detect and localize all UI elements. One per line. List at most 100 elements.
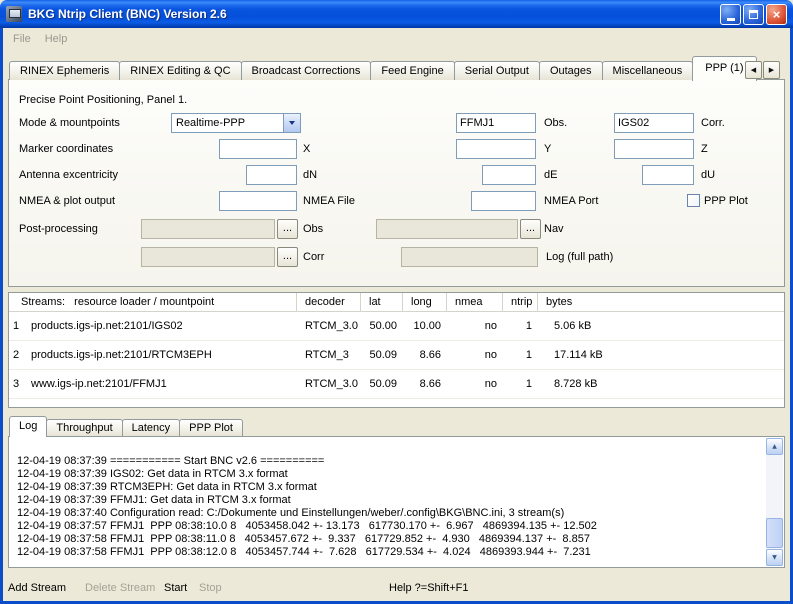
browse-nav-button[interactable]: ... <box>520 219 541 239</box>
help-shortcut-label: Help ?=Shift+F1 <box>389 582 469 594</box>
post-corr-label: Corr <box>303 247 324 267</box>
browse-obs-button[interactable]: ... <box>277 219 298 239</box>
cell-long: 8.66 <box>403 349 447 361</box>
cell-decoder: RTCM_3.0 <box>297 320 361 332</box>
post-processing-label: Post-processing <box>19 219 98 239</box>
panel-caption: Precise Point Positioning, Panel 1. <box>19 90 187 110</box>
scroll-down-button[interactable]: ▼ <box>766 549 783 566</box>
marker-z-input[interactable] <box>614 139 694 159</box>
cell-lat: 50.00 <box>361 320 403 332</box>
tab-latency[interactable]: Latency <box>122 419 181 436</box>
app-window: BKG Ntrip Client (BNC) Version 2.6 × Fil… <box>0 0 793 604</box>
cell-ntrip: 1 <box>503 320 538 332</box>
cell-bytes: 17.114 kB <box>538 349 784 361</box>
table-row[interactable]: 1 products.igs-ip.net:2101/IGS02 RTCM_3.… <box>9 312 784 341</box>
browse-corr-button[interactable]: ... <box>277 247 298 267</box>
col-header-ntrip[interactable]: ntrip <box>503 293 538 311</box>
mode-mountpoints-label: Mode & mountpoints <box>19 113 120 133</box>
main-tab-bar: RINEX Ephemeris RINEX Editing & QC Broad… <box>9 56 757 80</box>
ppp-plot-checkbox[interactable] <box>687 194 700 207</box>
col-header-lat[interactable]: lat <box>361 293 403 311</box>
start-button[interactable]: Start <box>164 582 187 594</box>
log-output-panel: 12-04-19 08:37:39 =========== Start BNC … <box>8 436 785 568</box>
antenna-de-input[interactable] <box>482 165 536 185</box>
log-line: 12-04-19 08:37:58 FFMJ1 PPP 08:38:11.0 8… <box>17 533 764 546</box>
add-stream-button[interactable]: Add Stream <box>8 582 66 594</box>
scrollbar-thumb[interactable] <box>766 518 783 548</box>
tab-rinex-ephemeris[interactable]: RINEX Ephemeris <box>9 61 120 80</box>
tab-miscellaneous[interactable]: Miscellaneous <box>602 61 694 80</box>
ppp-plot-label: PPP Plot <box>704 191 748 211</box>
post-obs-label: Obs <box>303 219 323 239</box>
col-header-long[interactable]: long <box>403 293 447 311</box>
antenna-du-input[interactable] <box>642 165 694 185</box>
row-number: 2 <box>9 349 23 361</box>
menu-file[interactable]: File <box>6 31 38 47</box>
z-label: Z <box>701 139 708 159</box>
col-header-decoder[interactable]: decoder <box>297 293 361 311</box>
window-border-left <box>0 26 3 604</box>
tab-throughput[interactable]: Throughput <box>46 419 122 436</box>
chevron-down-icon[interactable] <box>283 114 300 132</box>
minimize-button[interactable] <box>720 4 741 25</box>
cell-lat: 50.09 <box>361 349 403 361</box>
maximize-icon <box>749 10 758 19</box>
post-log-path-input <box>401 247 538 267</box>
cell-decoder: RTCM_3 <box>297 349 361 361</box>
log-line: 12-04-19 08:37:39 =========== Start BNC … <box>17 455 764 468</box>
du-label: dU <box>701 165 715 185</box>
de-label: dE <box>544 165 557 185</box>
nmea-file-input[interactable] <box>219 191 297 211</box>
post-log-label: Log (full path) <box>546 247 613 267</box>
menu-help[interactable]: Help <box>38 31 75 47</box>
dn-label: dN <box>303 165 317 185</box>
tab-rinex-editing-qc[interactable]: RINEX Editing & QC <box>119 61 241 80</box>
obs-mountpoint-input[interactable] <box>456 113 536 133</box>
cell-bytes: 5.06 kB <box>538 320 784 332</box>
col-header-bytes[interactable]: bytes <box>538 293 784 311</box>
titlebar[interactable]: BKG Ntrip Client (BNC) Version 2.6 × <box>0 0 793 28</box>
log-line: 12-04-19 08:37:57 FFMJ1 PPP 08:38:10.0 8… <box>17 520 764 533</box>
tab-scroll-buttons: ◀ ▶ <box>744 61 780 79</box>
tab-broadcast-corrections[interactable]: Broadcast Corrections <box>241 61 372 80</box>
tab-ppp-plot[interactable]: PPP Plot <box>179 419 243 436</box>
delete-stream-button: Delete Stream <box>85 582 155 594</box>
cell-mountpoint: products.igs-ip.net:2101/IGS02 <box>23 320 297 332</box>
nmea-port-input[interactable] <box>471 191 536 211</box>
tab-log[interactable]: Log <box>9 416 47 437</box>
table-row[interactable]: 2 products.igs-ip.net:2101/RTCM3EPH RTCM… <box>9 341 784 370</box>
log-scrollbar[interactable]: ▲ ▼ <box>766 438 783 566</box>
maximize-button[interactable] <box>743 4 764 25</box>
col-header-mountpoint[interactable]: Streams: resource loader / mountpoint <box>9 293 297 311</box>
obs-label: Obs. <box>544 113 567 133</box>
tab-scroll-right-button[interactable]: ▶ <box>763 61 780 79</box>
antenna-dn-input[interactable] <box>246 165 297 185</box>
tab-feed-engine[interactable]: Feed Engine <box>370 61 454 80</box>
ppp-panel: Precise Point Positioning, Panel 1. Mode… <box>8 79 785 287</box>
tab-outages[interactable]: Outages <box>539 61 603 80</box>
table-row[interactable]: 3 www.igs-ip.net:2101/FFMJ1 RTCM_3.0 50.… <box>9 370 784 399</box>
tab-scroll-left-button[interactable]: ◀ <box>745 61 762 79</box>
log-line: 12-04-19 08:37:39 IGS02: Get data in RTC… <box>17 468 764 481</box>
streams-table-header: Streams: resource loader / mountpoint de… <box>9 293 784 312</box>
cell-long: 10.00 <box>403 320 447 332</box>
nmea-file-label: NMEA File <box>303 191 355 211</box>
log-text[interactable]: 12-04-19 08:37:39 =========== Start BNC … <box>12 439 764 564</box>
marker-y-input[interactable] <box>456 139 536 159</box>
scroll-up-button[interactable]: ▲ <box>766 438 783 455</box>
marker-coordinates-label: Marker coordinates <box>19 139 113 159</box>
nmea-plot-output-label: NMEA & plot output <box>19 191 115 211</box>
ppp-mode-combobox[interactable]: Realtime-PPP <box>171 113 301 133</box>
close-button[interactable]: × <box>766 4 787 25</box>
post-nav-label: Nav <box>544 219 564 239</box>
app-icon <box>6 6 22 22</box>
tab-serial-output[interactable]: Serial Output <box>454 61 540 80</box>
cell-decoder: RTCM_3.0 <box>297 378 361 390</box>
cell-lat: 50.09 <box>361 378 403 390</box>
col-header-nmea[interactable]: nmea <box>447 293 503 311</box>
log-line: 12-04-19 08:37:39 RTCM3EPH: Get data in … <box>17 481 764 494</box>
marker-x-input[interactable] <box>219 139 297 159</box>
corr-mountpoint-input[interactable] <box>614 113 694 133</box>
cell-nmea: no <box>447 378 503 390</box>
window-title: BKG Ntrip Client (BNC) Version 2.6 <box>28 7 720 21</box>
